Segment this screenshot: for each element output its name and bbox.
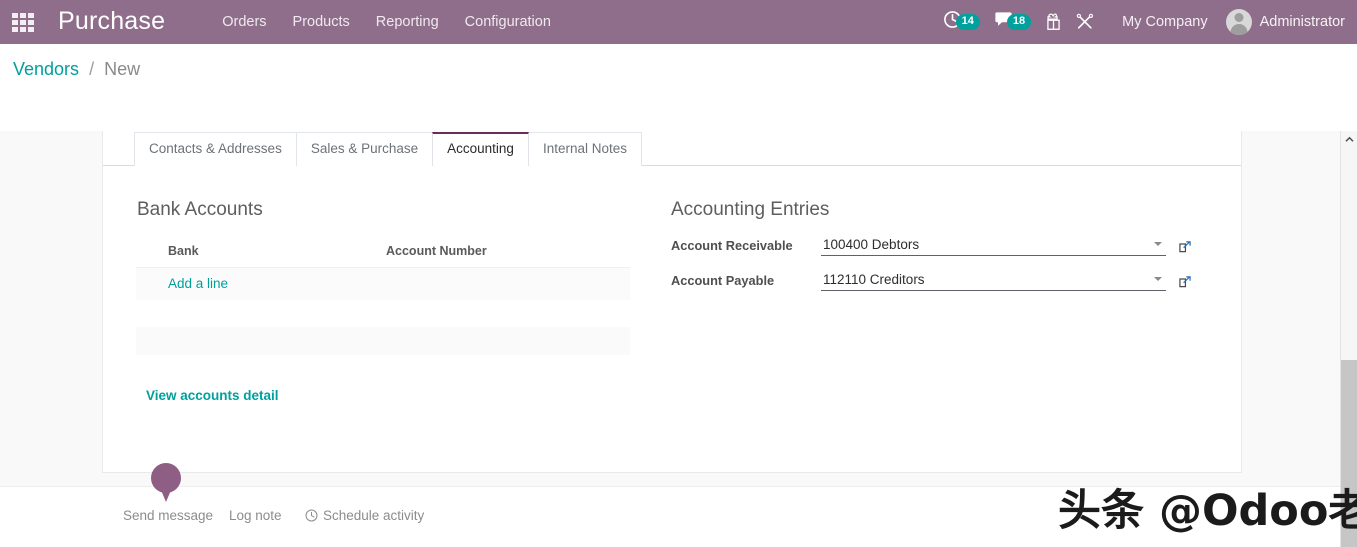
apps-grid-glyph bbox=[12, 12, 34, 32]
label-account-receivable: Account Receivable bbox=[671, 238, 793, 253]
field-account-payable: Account Payable 112110 Creditors bbox=[671, 267, 1201, 291]
user-avatar-icon bbox=[1225, 9, 1252, 35]
column-header-bank: Bank bbox=[136, 241, 386, 268]
group-accounting-entries: Accounting Entries Account Receivable 10… bbox=[671, 199, 1201, 291]
activities-count-badge: 14 bbox=[955, 14, 980, 30]
add-line-row[interactable]: Add a line bbox=[136, 267, 630, 300]
bank-accounts-table: Bank Account Number Add a line bbox=[136, 241, 630, 300]
gift-icon[interactable] bbox=[1045, 13, 1062, 31]
notebook-tabs: Contacts & Addresses Sales & Purchase Ac… bbox=[103, 131, 1241, 166]
apps-grid-icon[interactable] bbox=[0, 0, 46, 44]
schedule-activity-button[interactable]: Schedule activity bbox=[305, 508, 424, 523]
log-note-button[interactable]: Log note bbox=[229, 508, 282, 523]
account-payable-input[interactable]: 112110 Creditors bbox=[821, 269, 1166, 291]
label-account-payable: Account Payable bbox=[671, 273, 775, 288]
control-panel: Vendors / New SAVE DISCARD bbox=[0, 44, 1357, 163]
caret-down-icon[interactable] bbox=[1154, 277, 1162, 281]
bank-accounts-title: Bank Accounts bbox=[137, 199, 263, 220]
bank-accounts-footer-row bbox=[136, 327, 630, 355]
group-bank-accounts: Bank Accounts Bank Account Number Add a … bbox=[136, 199, 666, 355]
nav-menu-orders[interactable]: Orders bbox=[209, 0, 279, 44]
nav-menu-products[interactable]: Products bbox=[280, 0, 363, 44]
app-brand-title: Purchase bbox=[58, 6, 166, 35]
messages-count-badge: 18 bbox=[1006, 14, 1032, 30]
navbar-right-group: 14 18 My Company Administrator bbox=[943, 9, 1357, 35]
chevron-up-icon[interactable] bbox=[1341, 131, 1357, 148]
nav-menu-reporting[interactable]: Reporting bbox=[363, 0, 452, 44]
user-name-label: Administrator bbox=[1259, 14, 1345, 30]
schedule-activity-label: Schedule activity bbox=[323, 508, 425, 523]
table-header-row: Bank Account Number bbox=[136, 241, 630, 268]
external-link-icon[interactable] bbox=[1178, 275, 1192, 291]
nav-menu-configuration[interactable]: Configuration bbox=[452, 0, 564, 44]
wrench-tools-icon[interactable] bbox=[1076, 13, 1094, 31]
accounting-entries-title: Accounting Entries bbox=[671, 199, 830, 220]
chatter-panel: Send message Log note Schedule activity bbox=[0, 486, 1340, 547]
account-payable-value: 112110 Creditors bbox=[823, 271, 925, 287]
company-switcher[interactable]: My Company bbox=[1108, 14, 1221, 30]
tab-contacts-addresses[interactable]: Contacts & Addresses bbox=[134, 132, 297, 166]
breadcrumb-item-current: New bbox=[104, 59, 141, 79]
caret-down-icon[interactable] bbox=[1154, 242, 1162, 246]
messages-menu[interactable]: 18 bbox=[994, 11, 1032, 33]
form-sheet: Contacts & Addresses Sales & Purchase Ac… bbox=[102, 131, 1242, 473]
breadcrumb-separator: / bbox=[89, 59, 95, 79]
activities-menu[interactable]: 14 bbox=[943, 10, 980, 34]
account-receivable-value: 100400 Debtors bbox=[823, 236, 920, 252]
tab-sales-purchase[interactable]: Sales & Purchase bbox=[295, 132, 434, 166]
column-header-account-number: Account Number bbox=[386, 241, 630, 268]
view-accounts-detail-link[interactable]: View accounts detail bbox=[146, 388, 279, 403]
send-message-button[interactable]: Send message bbox=[123, 508, 213, 523]
vertical-scrollbar[interactable] bbox=[1340, 131, 1357, 547]
external-link-icon[interactable] bbox=[1178, 240, 1192, 256]
top-navbar: Purchase Orders Products Reporting Confi… bbox=[0, 0, 1357, 44]
field-account-receivable: Account Receivable 100400 Debtors bbox=[671, 232, 1201, 256]
tab-accounting[interactable]: Accounting bbox=[432, 132, 529, 166]
user-menu[interactable]: Administrator bbox=[1222, 9, 1345, 35]
breadcrumb: Vendors / New bbox=[13, 58, 140, 80]
add-a-line-link[interactable]: Add a line bbox=[136, 267, 630, 300]
tab-internal-notes[interactable]: Internal Notes bbox=[527, 132, 642, 166]
account-receivable-input[interactable]: 100400 Debtors bbox=[821, 234, 1166, 256]
breadcrumb-item-vendors[interactable]: Vendors bbox=[13, 59, 79, 79]
scrollbar-thumb[interactable] bbox=[1341, 360, 1357, 547]
clock-icon bbox=[305, 509, 318, 522]
